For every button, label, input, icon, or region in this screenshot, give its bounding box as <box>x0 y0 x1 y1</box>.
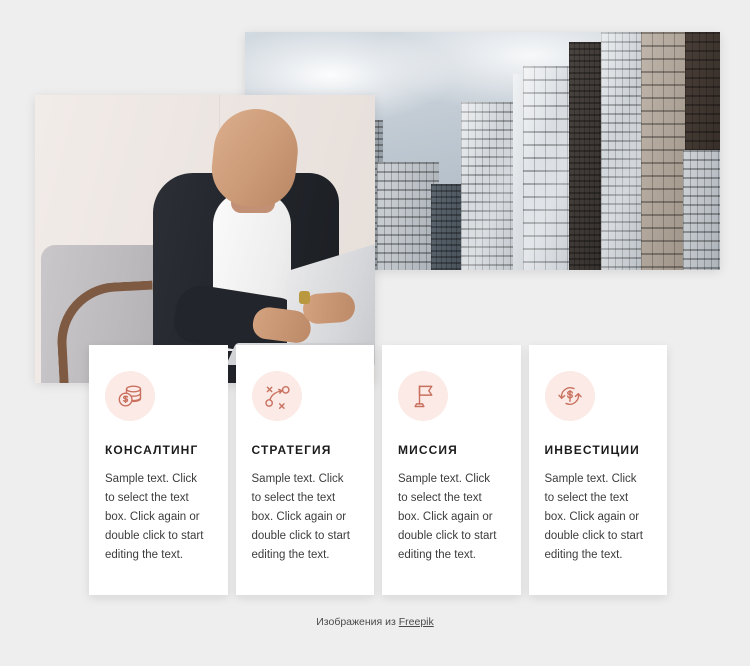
card-text: Sample text. Click to select the text bo… <box>105 473 204 561</box>
card-title: СТРАТЕГИЯ <box>251 443 332 457</box>
person-hand-right <box>302 291 356 325</box>
card-title: ИНВЕСТИЦИИ <box>544 443 640 457</box>
page-canvas: КОНСАЛТИНГ Sample text. Click to select … <box>0 0 750 666</box>
card-text: Sample text. Click to select the text bo… <box>251 473 350 561</box>
card-text: Sample text. Click to select the text bo… <box>398 473 497 561</box>
feature-cards-row: КОНСАЛТИНГ Sample text. Click to select … <box>89 345 667 595</box>
feature-card-mission[interactable]: МИССИЯ Sample text. Click to select the … <box>382 345 521 595</box>
feature-card-investments[interactable]: ИНВЕСТИЦИИ Sample text. Click to select … <box>528 345 667 595</box>
building-12-right <box>683 150 720 270</box>
coins-stack-icon <box>105 371 155 421</box>
building-6 <box>461 102 519 270</box>
feature-card-consulting[interactable]: КОНСАЛТИНГ Sample text. Click to select … <box>89 345 228 595</box>
card-text: Sample text. Click to select the text bo… <box>544 473 643 561</box>
building-7 <box>523 66 575 270</box>
businessman-laptop-photo <box>35 95 375 383</box>
building-4 <box>377 162 439 270</box>
flag-icon <box>398 371 448 421</box>
feature-card-strategy[interactable]: СТРАТЕГИЯ Sample text. Click to select t… <box>235 345 374 595</box>
freepik-link[interactable]: Freepik <box>399 616 434 628</box>
image-attribution: Изображения из Freepik <box>0 616 750 628</box>
card-title: МИССИЯ <box>398 443 458 457</box>
building-10-concrete <box>641 32 689 270</box>
card-title: КОНСАЛТИНГ <box>105 443 199 457</box>
money-recycle-icon <box>544 371 595 421</box>
wristwatch <box>299 291 310 304</box>
strategy-tactics-icon <box>251 371 302 421</box>
attribution-prefix: Изображения из <box>316 616 399 628</box>
